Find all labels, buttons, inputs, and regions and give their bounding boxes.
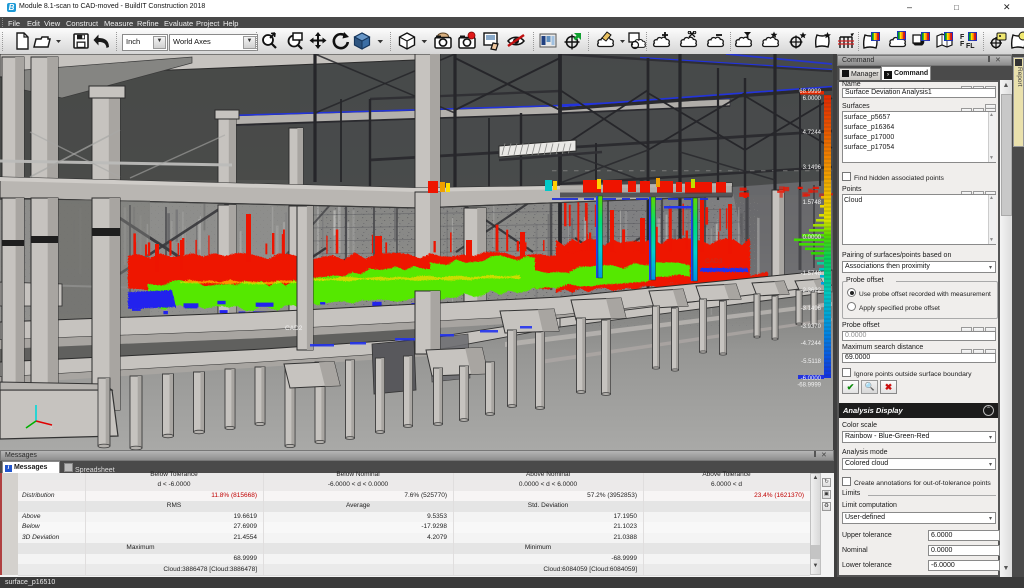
svg-text:F: F xyxy=(960,41,965,48)
svg-text:6.0000: 6.0000 xyxy=(803,96,822,102)
svg-text:68.9999: 68.9999 xyxy=(799,89,821,95)
svg-text:-6.0000: -6.0000 xyxy=(801,376,822,382)
svg-text:4.7244: 4.7244 xyxy=(803,130,822,136)
svg-text:-3.1496: -3.1496 xyxy=(801,306,822,312)
svg-text:-5.5118: -5.5118 xyxy=(801,359,822,365)
svg-text:-3.9370: -3.9370 xyxy=(801,324,822,330)
svg-text:-68.9999: -68.9999 xyxy=(797,383,821,389)
svg-text:1.5748: 1.5748 xyxy=(803,200,822,206)
svg-text:0.0000: 0.0000 xyxy=(803,235,822,241)
svg-text:3.1496: 3.1496 xyxy=(803,165,822,171)
svg-text:CAD3: CAD3 xyxy=(705,258,723,265)
svg-text:-1.5748: -1.5748 xyxy=(801,271,822,277)
svg-text:F: F xyxy=(960,34,965,41)
svg-text:-4.7244: -4.7244 xyxy=(801,341,822,347)
svg-text:FL: FL xyxy=(966,43,975,50)
svg-text:CAD2: CAD2 xyxy=(285,325,303,332)
svg-text:-2.3622: -2.3622 xyxy=(801,288,822,294)
